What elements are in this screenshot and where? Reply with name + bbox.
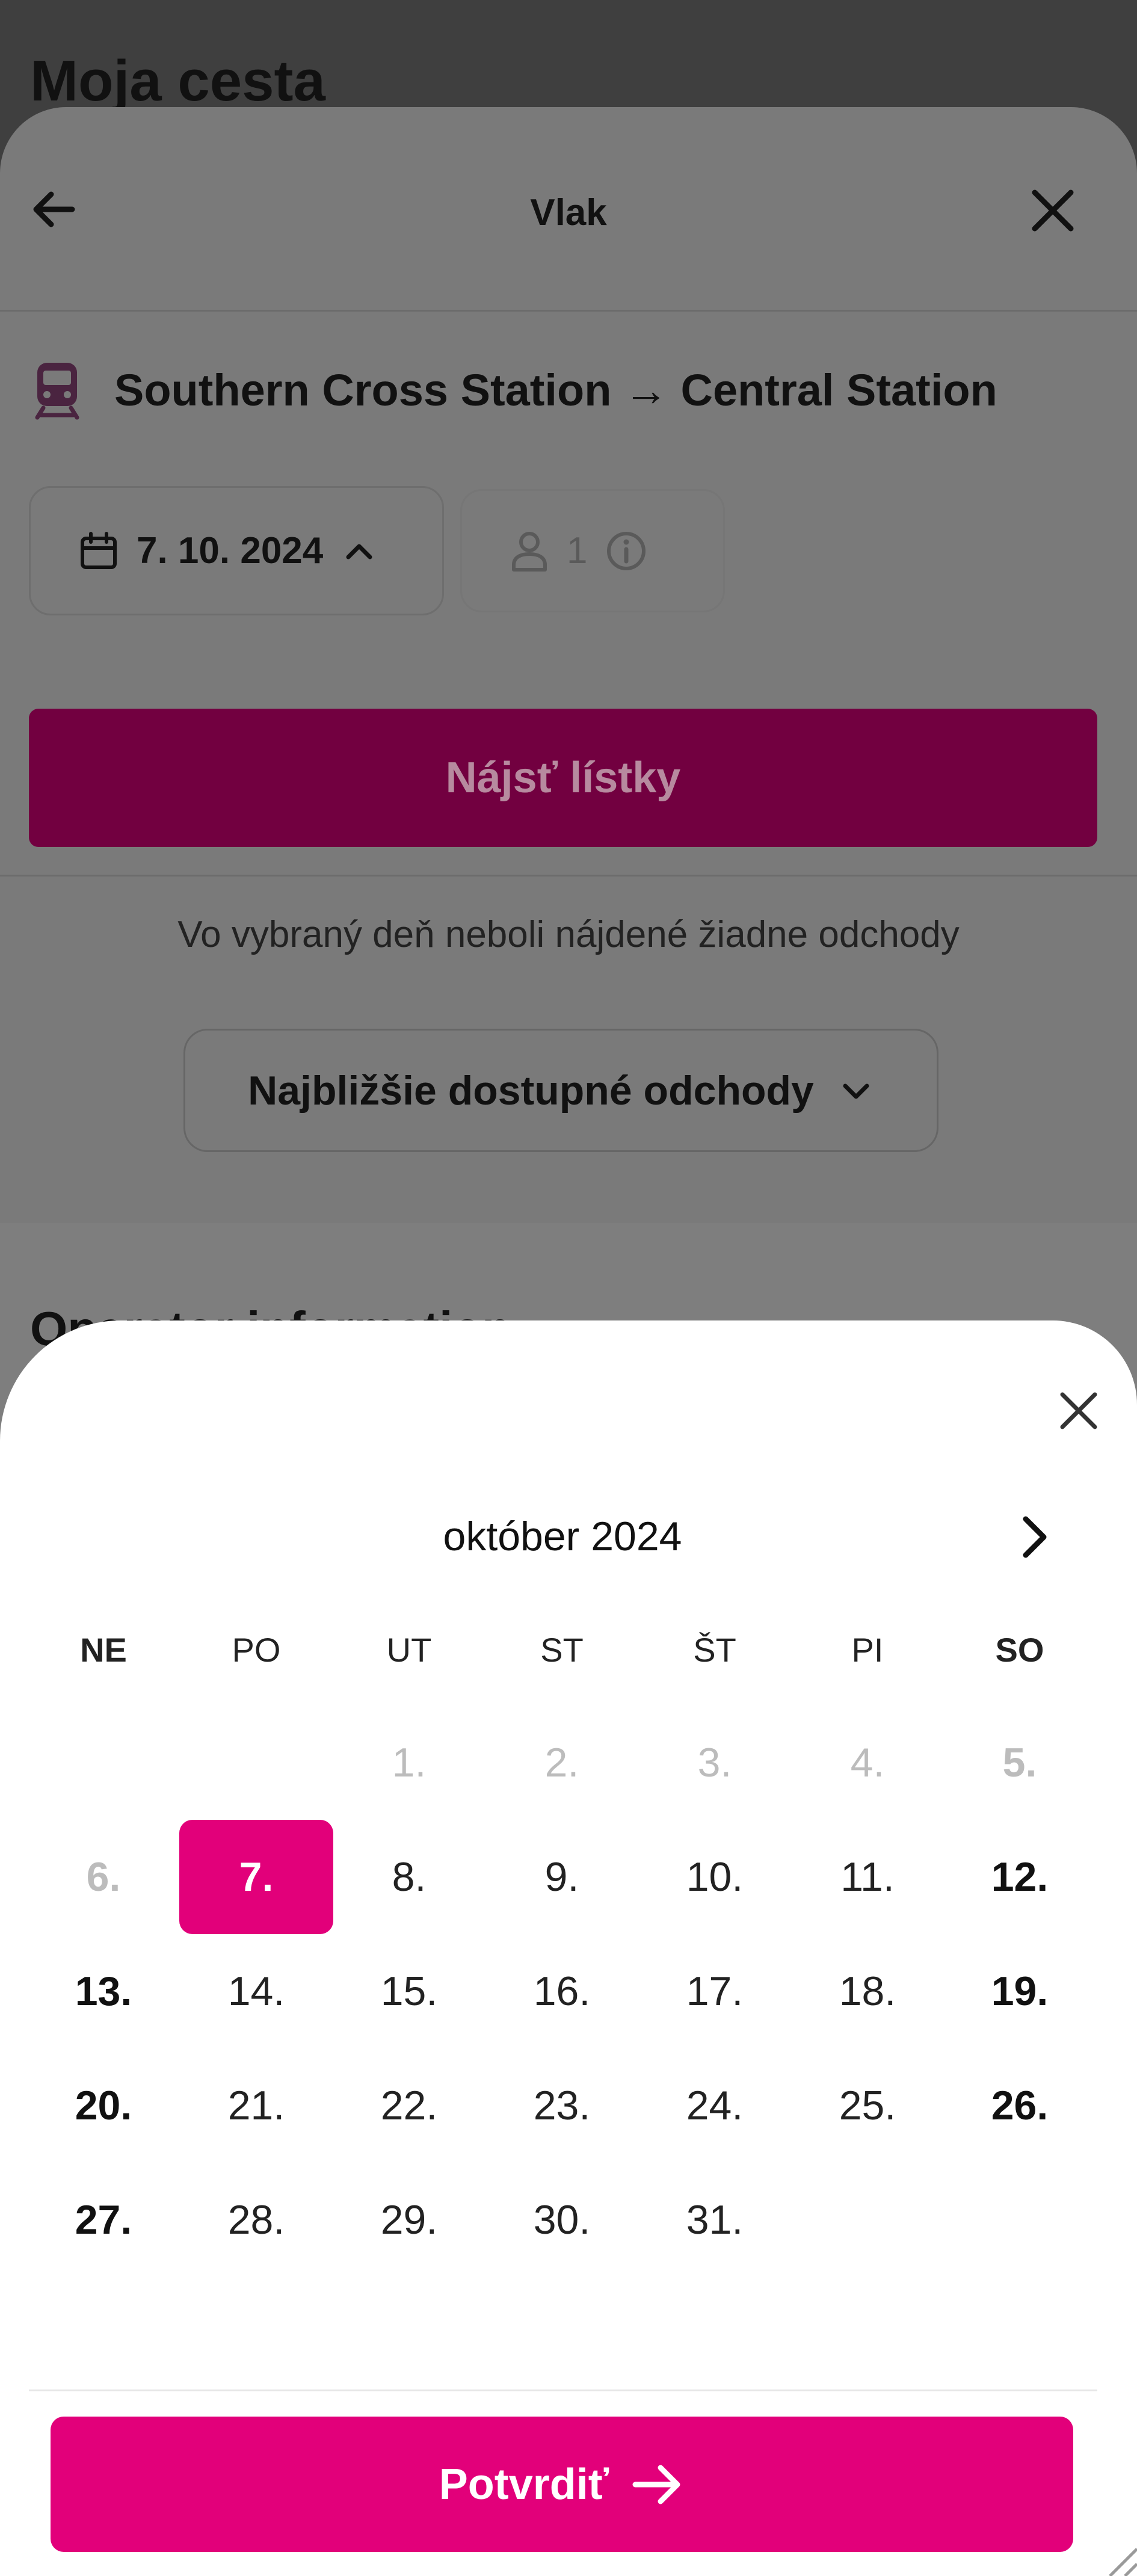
date-picker-sheet: október 2024 NE PO UT ST ŠT PI SO 1. 2. 3. 4. 5. 6.…	[0, 1320, 1137, 2576]
route-row: Southern Cross Station → Central Station	[30, 360, 997, 420]
calendar-days-grid: 1. 2. 3. 4. 5. 6. 7. 8. 9. 10. 11. 12. 13. 14. 15. 16. 1…	[0, 1320, 1137, 2576]
passenger-count: 1	[567, 530, 588, 572]
no-departures-message: Vo vybraný deň neboli nájdené žiadne odc…	[177, 914, 960, 955]
calendar-day[interactable]: 9.	[485, 1820, 639, 1934]
date-selector-button[interactable]: 7. 10. 2024	[29, 486, 444, 615]
selected-date-label: 7. 10. 2024	[137, 530, 324, 572]
chevron-down-icon	[843, 1083, 869, 1098]
calendar-day: 2.	[544, 1740, 579, 1786]
calendar-day: 5.	[1002, 1740, 1037, 1786]
calendar-day[interactable]: 15.	[332, 1934, 486, 2048]
calendar-day[interactable]: 8.	[332, 1820, 486, 1934]
chevron-up-icon	[346, 544, 372, 559]
calendar-day[interactable]: 24.	[638, 2048, 792, 2163]
panel-title: Vlak	[530, 192, 607, 233]
passenger-count-button[interactable]: 1	[460, 489, 725, 612]
resize-handle-icon[interactable]	[1077, 2516, 1137, 2576]
calendar-icon	[81, 531, 117, 569]
calendar-day[interactable]: 29.	[332, 2163, 486, 2277]
calendar-day[interactable]: 11.	[790, 1820, 944, 1934]
calendar-day[interactable]: 19.	[943, 1934, 1097, 2048]
calendar-day[interactable]: 23.	[485, 2048, 639, 2163]
calendar-day: 6.	[86, 1854, 121, 1900]
calendar-day[interactable]: 12.	[943, 1820, 1097, 1934]
person-icon	[512, 531, 547, 572]
calendar-day[interactable]: 16.	[485, 1934, 639, 2048]
calendar-day[interactable]: 20.	[26, 2048, 180, 2163]
calendar-day[interactable]: 30.	[485, 2163, 639, 2277]
calendar-day: 3.	[697, 1740, 732, 1786]
calendar-day-selected[interactable]: 7.	[179, 1820, 333, 1934]
panel-header: Vlak	[0, 107, 1137, 312]
confirm-button[interactable]: Potvrdiť	[51, 2417, 1073, 2552]
find-tickets-button[interactable]: Nájsť lístky	[29, 709, 1097, 847]
calendar-day[interactable]: 10.	[638, 1820, 792, 1934]
calendar-day: 4.	[850, 1740, 885, 1786]
calendar-day[interactable]: 31.	[638, 2163, 792, 2277]
page-title: Moja cesta	[30, 49, 325, 113]
calendar-day[interactable]: 17.	[638, 1934, 792, 2048]
confirm-button-label: Potvrdiť	[439, 2460, 609, 2509]
calendar-day[interactable]: 28.	[179, 2163, 333, 2277]
calendar-day[interactable]: 21.	[179, 2048, 333, 2163]
nearest-departures-button[interactable]: Najbližšie dostupné odchody	[183, 1029, 938, 1152]
calendar-day[interactable]: 14.	[179, 1934, 333, 2048]
calendar-day[interactable]: 22.	[332, 2048, 486, 2163]
calendar-day[interactable]: 18.	[790, 1934, 944, 2048]
calendar-day[interactable]: 25.	[790, 2048, 944, 2163]
route-label: Southern Cross Station → Central Station	[114, 365, 997, 415]
train-icon	[35, 363, 79, 420]
nearest-departures-label: Najbližšie dostupné odchody	[248, 1067, 814, 1114]
calendar-day: 1.	[392, 1740, 427, 1786]
close-icon[interactable]	[1023, 180, 1083, 241]
arrow-right-icon	[632, 2465, 680, 2504]
calendar-day[interactable]: 26.	[943, 2048, 1097, 2163]
calendar-day[interactable]: 13.	[26, 1934, 180, 2048]
divider	[29, 2390, 1097, 2391]
divider	[0, 875, 1137, 877]
calendar-day[interactable]: 27.	[26, 2163, 180, 2277]
info-icon[interactable]	[605, 530, 647, 572]
